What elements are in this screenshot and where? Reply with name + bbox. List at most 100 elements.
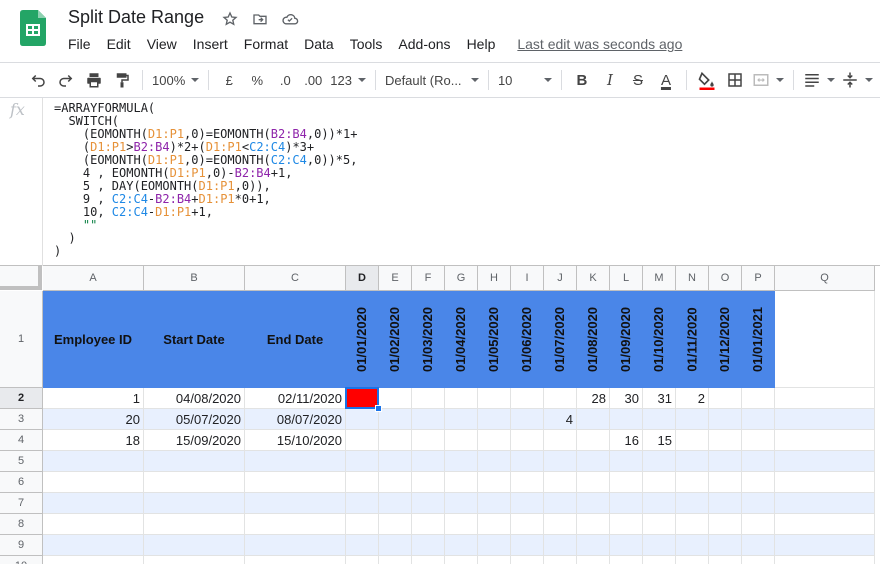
grid-cell[interactable] — [643, 472, 676, 493]
grid-cell[interactable] — [709, 430, 742, 451]
grid-cell[interactable] — [643, 556, 676, 564]
grid-cell[interactable] — [43, 451, 144, 472]
grid-cell[interactable] — [709, 556, 742, 564]
paint-format-icon[interactable] — [108, 66, 136, 94]
grid-cell[interactable] — [577, 451, 610, 472]
menu-tools[interactable]: Tools — [342, 35, 391, 53]
undo-icon[interactable] — [24, 66, 52, 94]
grid-cell[interactable] — [577, 472, 610, 493]
italic-button[interactable]: I — [596, 66, 624, 94]
month-header-cell[interactable]: 01/02/2020 — [379, 291, 412, 388]
grid-cell[interactable] — [346, 514, 379, 535]
month-header-cell[interactable]: 01/10/2020 — [643, 291, 676, 388]
month-header-cell[interactable]: 01/11/2020 — [676, 291, 709, 388]
grid-cell[interactable] — [742, 472, 775, 493]
grid-cell[interactable] — [511, 388, 544, 409]
grid-cell[interactable] — [709, 388, 742, 409]
grid-cell[interactable] — [643, 409, 676, 430]
row-header-6[interactable]: 6 — [0, 472, 43, 493]
grid-cell[interactable] — [43, 472, 144, 493]
grid-cell[interactable] — [245, 556, 346, 564]
grid-cell[interactable] — [742, 388, 775, 409]
grid-cell[interactable] — [144, 451, 245, 472]
grid-cell[interactable]: 30 — [610, 388, 643, 409]
document-title[interactable]: Split Date Range — [68, 7, 204, 28]
grid-cell[interactable] — [379, 535, 412, 556]
sheets-logo-icon[interactable] — [20, 10, 46, 46]
grid-cell[interactable] — [577, 430, 610, 451]
grid-cell[interactable] — [676, 556, 709, 564]
grid-cell[interactable] — [610, 451, 643, 472]
grid-cell[interactable] — [511, 556, 544, 564]
more-formats-button[interactable]: 123 — [327, 66, 369, 94]
grid-cell[interactable] — [676, 535, 709, 556]
grid-cell[interactable] — [245, 514, 346, 535]
grid-cell[interactable]: 20 — [43, 409, 144, 430]
grid-cell[interactable] — [709, 472, 742, 493]
grid-cell[interactable] — [709, 493, 742, 514]
grid-cell[interactable] — [412, 556, 445, 564]
grid-cell[interactable] — [445, 535, 478, 556]
grid-cell[interactable]: 15/10/2020 — [245, 430, 346, 451]
month-header-cell[interactable]: 01/01/2020 — [346, 291, 379, 388]
text-color-button[interactable]: A — [652, 66, 680, 94]
menu-view[interactable]: View — [139, 35, 185, 53]
row-header-9[interactable]: 9 — [0, 535, 43, 556]
grid-cell[interactable] — [144, 535, 245, 556]
row-header-10[interactable]: 10 — [0, 556, 43, 564]
grid-cell[interactable] — [610, 556, 643, 564]
grid-cell[interactable] — [742, 514, 775, 535]
month-header-cell[interactable]: 01/01/2021 — [742, 291, 775, 388]
grid-cell[interactable] — [245, 535, 346, 556]
grid-cell[interactable] — [544, 388, 577, 409]
column-header-j[interactable]: J — [544, 266, 577, 291]
grid-cell[interactable] — [544, 556, 577, 564]
grid-cell[interactable] — [412, 388, 445, 409]
grid-cell[interactable] — [742, 430, 775, 451]
grid-cell[interactable] — [775, 291, 875, 388]
grid-cell[interactable] — [577, 514, 610, 535]
grid-cell[interactable] — [544, 493, 577, 514]
grid-cell[interactable] — [478, 451, 511, 472]
grid-cell[interactable] — [511, 409, 544, 430]
grid-cell[interactable] — [245, 451, 346, 472]
grid-cell[interactable] — [610, 409, 643, 430]
start-date-header[interactable]: Start Date — [144, 291, 245, 388]
grid-cell[interactable] — [412, 451, 445, 472]
grid-cell[interactable] — [245, 493, 346, 514]
row-header-2[interactable]: 2 — [0, 388, 43, 409]
grid-cell[interactable] — [676, 430, 709, 451]
grid-cell[interactable] — [676, 514, 709, 535]
grid-cell[interactable] — [445, 430, 478, 451]
font-size-select[interactable]: 10 — [495, 66, 555, 94]
move-folder-icon[interactable] — [250, 9, 270, 29]
month-header-cell[interactable]: 01/06/2020 — [511, 291, 544, 388]
grid-cell[interactable]: 28 — [577, 388, 610, 409]
grid-cell[interactable] — [412, 514, 445, 535]
grid-cell[interactable] — [511, 493, 544, 514]
fill-handle[interactable] — [375, 405, 382, 412]
fill-color-icon[interactable] — [693, 66, 721, 94]
grid-cell[interactable] — [643, 535, 676, 556]
grid-cell[interactable] — [412, 409, 445, 430]
grid-cell[interactable] — [544, 430, 577, 451]
grid-cell[interactable] — [511, 472, 544, 493]
menu-edit[interactable]: Edit — [99, 35, 139, 53]
grid-cell[interactable] — [478, 535, 511, 556]
last-edit-link[interactable]: Last edit was seconds ago — [509, 35, 690, 53]
grid-cell[interactable] — [43, 514, 144, 535]
grid-cell[interactable] — [775, 514, 875, 535]
grid-cell[interactable] — [775, 430, 875, 451]
star-icon[interactable] — [220, 9, 240, 29]
grid-cell[interactable] — [643, 493, 676, 514]
grid-cell[interactable] — [379, 514, 412, 535]
grid-cell[interactable] — [709, 535, 742, 556]
grid-cell[interactable] — [43, 535, 144, 556]
grid-cell[interactable]: 08/07/2020 — [245, 409, 346, 430]
grid-cell[interactable] — [676, 451, 709, 472]
grid-cell[interactable] — [775, 535, 875, 556]
grid-cell[interactable] — [478, 556, 511, 564]
grid-cell[interactable] — [709, 514, 742, 535]
column-header-l[interactable]: L — [610, 266, 643, 291]
grid-cell[interactable] — [709, 409, 742, 430]
